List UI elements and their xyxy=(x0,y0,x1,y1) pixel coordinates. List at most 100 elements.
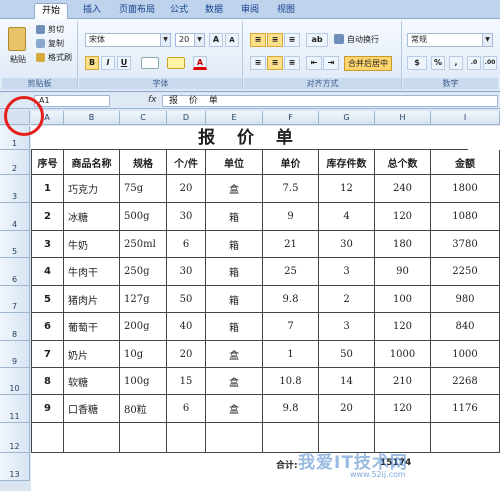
cell-name[interactable]: 葡萄干 xyxy=(64,313,120,341)
row-header-2[interactable]: 2 xyxy=(0,150,30,175)
borders-icon[interactable] xyxy=(141,57,159,69)
cell-amount[interactable]: 3780 xyxy=(431,231,500,258)
cell-unit[interactable]: 箱 xyxy=(206,231,263,258)
cell-count[interactable]: 100 xyxy=(375,286,431,313)
cell-amount[interactable]: 980 xyxy=(431,286,500,313)
column-header-g[interactable]: G xyxy=(319,111,375,125)
cell-stock[interactable]: 4 xyxy=(319,203,375,231)
row-header-8[interactable]: 8 xyxy=(0,313,30,341)
cell-spec[interactable]: 500g xyxy=(120,203,167,231)
decrease-decimal-icon[interactable]: .00 xyxy=(483,56,497,70)
font-name-select[interactable]: 宋体 ▼ xyxy=(85,33,171,47)
cell-seq[interactable]: 8 xyxy=(31,368,64,395)
cell-stock[interactable]: 3 xyxy=(319,313,375,341)
cell-seq[interactable]: 5 xyxy=(31,286,64,313)
tab-home[interactable]: 开始 xyxy=(34,3,69,19)
row-header-7[interactable]: 7 xyxy=(0,286,30,313)
row-header-5[interactable]: 5 xyxy=(0,231,30,258)
cell-per-piece[interactable]: 30 xyxy=(167,203,206,231)
number-format-select[interactable]: 常规 ▼ xyxy=(407,33,493,47)
cell-stock[interactable]: 2 xyxy=(319,286,375,313)
cell-spec[interactable]: 100g xyxy=(120,368,167,395)
tab-insert[interactable]: 插入 xyxy=(76,3,108,19)
cell-spec[interactable]: 80粒 xyxy=(120,395,167,423)
header-cell-seq[interactable]: 序号 xyxy=(31,150,64,175)
tab-formulas[interactable]: 公式 xyxy=(163,3,195,19)
cell-name[interactable]: 巧克力 xyxy=(64,175,120,203)
row-header-11[interactable]: 11 xyxy=(0,395,30,423)
cell-price[interactable]: 1 xyxy=(263,341,319,368)
cell-stock[interactable]: 12 xyxy=(319,175,375,203)
cell-spec[interactable]: 200g xyxy=(120,313,167,341)
row-header-10[interactable]: 10 xyxy=(0,368,30,395)
cell-count[interactable]: 120 xyxy=(375,313,431,341)
align-center-icon[interactable]: ≡ xyxy=(267,56,283,70)
cell-unit[interactable]: 箱 xyxy=(206,258,263,286)
font-color-button[interactable]: A xyxy=(193,56,207,70)
row-header-4[interactable]: 4 xyxy=(0,203,30,231)
header-cell-spec[interactable]: 规格 xyxy=(120,150,167,175)
cell-seq[interactable]: 6 xyxy=(31,313,64,341)
header-cell-unit[interactable]: 单位 xyxy=(206,150,263,175)
column-header-f[interactable]: F xyxy=(263,111,319,125)
tab-view[interactable]: 视图 xyxy=(270,3,302,19)
cell-count[interactable]: 90 xyxy=(375,258,431,286)
wrap-text-icon[interactable] xyxy=(334,34,344,44)
column-header-e[interactable]: E xyxy=(206,111,263,125)
insert-function-button[interactable]: fx xyxy=(148,95,157,105)
cell-count[interactable]: 210 xyxy=(375,368,431,395)
decrease-indent-icon[interactable]: ⇤ xyxy=(306,56,322,70)
orientation-icon[interactable]: ab xyxy=(306,33,328,47)
cell-spec[interactable]: 250ml xyxy=(120,231,167,258)
format-painter-button[interactable]: 格式刷 xyxy=(48,51,72,64)
cell-spec[interactable]: 250g xyxy=(120,258,167,286)
cell-name[interactable]: 猪肉片 xyxy=(64,286,120,313)
cell-per-piece[interactable]: 15 xyxy=(167,368,206,395)
cell-price[interactable]: 9.8 xyxy=(263,286,319,313)
header-cell-per-piece[interactable]: 个/件 xyxy=(167,150,206,175)
cell-count[interactable]: 240 xyxy=(375,175,431,203)
cell-name[interactable]: 牛肉干 xyxy=(64,258,120,286)
cell-unit[interactable]: 盒 xyxy=(206,341,263,368)
increase-indent-icon[interactable]: ⇥ xyxy=(323,56,339,70)
cell-amount[interactable]: 1800 xyxy=(431,175,500,203)
paste-icon[interactable] xyxy=(8,27,26,51)
cell-name[interactable]: 口香糖 xyxy=(64,395,120,423)
row-header-6[interactable]: 6 xyxy=(0,258,30,286)
currency-button[interactable]: $ xyxy=(407,56,427,70)
column-header-i[interactable]: I xyxy=(431,111,500,125)
cell-amount[interactable]: 840 xyxy=(431,313,500,341)
cell-count[interactable]: 120 xyxy=(375,395,431,423)
cell-unit[interactable]: 箱 xyxy=(206,313,263,341)
font-size-select[interactable]: 20 ▼ xyxy=(175,33,205,47)
italic-button[interactable]: I xyxy=(101,56,115,70)
tab-data[interactable]: 数据 xyxy=(198,3,230,19)
formula-input[interactable]: 报 价 单 xyxy=(162,95,498,107)
bold-button[interactable]: B xyxy=(85,56,99,70)
column-header-d[interactable]: D xyxy=(167,111,206,125)
cell-per-piece[interactable]: 40 xyxy=(167,313,206,341)
cell-per-piece[interactable]: 30 xyxy=(167,258,206,286)
cell-amount[interactable]: 1000 xyxy=(431,341,500,368)
cell-count[interactable]: 120 xyxy=(375,203,431,231)
cell-name[interactable]: 软糖 xyxy=(64,368,120,395)
align-top-icon[interactable]: ≡ xyxy=(250,33,266,47)
align-left-icon[interactable]: ≡ xyxy=(250,56,266,70)
cell-spec[interactable]: 75g xyxy=(120,175,167,203)
cell-per-piece[interactable]: 20 xyxy=(167,341,206,368)
merge-center-button[interactable]: 合并后居中 xyxy=(344,56,392,71)
format-painter-icon[interactable] xyxy=(36,53,45,62)
cell-price[interactable]: 7 xyxy=(263,313,319,341)
row-header-12[interactable]: 12 xyxy=(0,423,30,453)
wrap-text-button[interactable]: 自动换行 xyxy=(347,33,379,46)
cut-icon[interactable] xyxy=(36,25,45,34)
grow-font-button[interactable]: A xyxy=(209,33,223,47)
align-right-icon[interactable]: ≡ xyxy=(284,56,300,70)
column-header-c[interactable]: C xyxy=(120,111,167,125)
column-header-h[interactable]: H xyxy=(375,111,431,125)
cell-spec[interactable]: 10g xyxy=(120,341,167,368)
cell-price[interactable]: 9 xyxy=(263,203,319,231)
fill-color-icon[interactable] xyxy=(167,57,185,69)
cell-price[interactable]: 25 xyxy=(263,258,319,286)
cell-amount[interactable]: 1176 xyxy=(431,395,500,423)
